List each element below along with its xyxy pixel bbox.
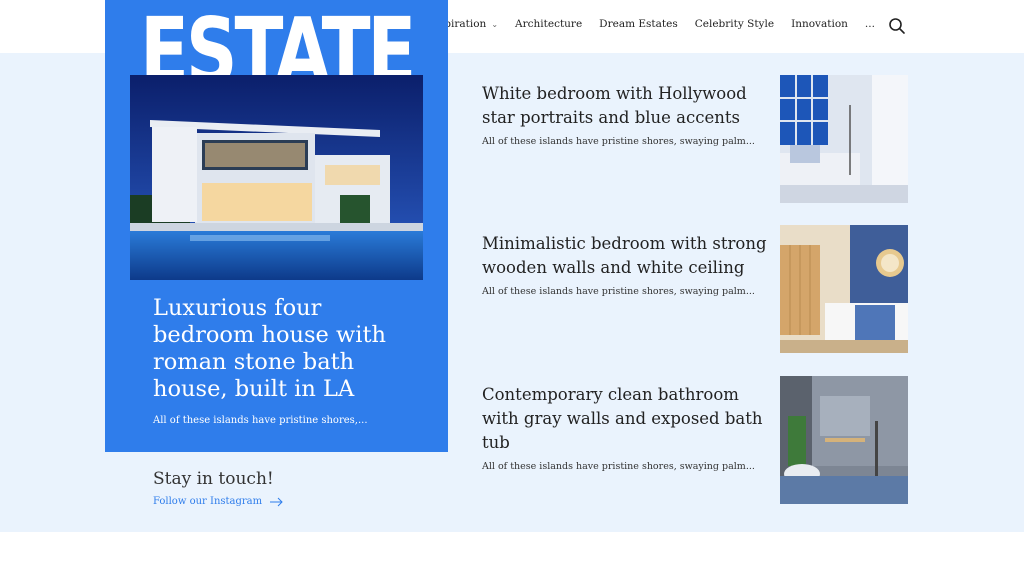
nav-item-architecture[interactable]: Architecture [515,18,582,30]
nav-item-label: Innovation [791,18,848,30]
featured-article-excerpt: All of these islands have pristine shore… [153,415,368,426]
article-title[interactable]: Minimalistic bedroom with strong wooden … [482,232,772,280]
article-excerpt: All of these islands have pristine shore… [482,136,755,147]
featured-article-image[interactable] [130,75,423,280]
article-item: Contemporary clean bathroom with gray wa… [482,383,772,472]
arrow-right-icon [270,497,283,506]
nav-item-innovation[interactable]: Innovation [791,18,848,30]
nav-item-dream-estates[interactable]: Dream Estates [599,18,678,30]
nav-item-label: Celebrity Style [694,18,775,30]
article-title[interactable]: White bedroom with Hollywood star portra… [482,82,772,130]
article-thumbnail[interactable] [780,75,908,203]
instagram-link-label: Follow our Instagram [153,496,263,507]
article-thumbnail[interactable] [780,225,908,353]
search-icon[interactable] [888,17,906,35]
nav-item-label: Dream Estates [599,18,678,30]
main-nav: Inspiration ⌄ Architecture Dream Estates… [428,18,892,30]
nav-item-more[interactable]: ... [865,18,875,30]
featured-article-title[interactable]: Luxurious four bedroom house with roman … [153,295,423,403]
article-excerpt: All of these islands have pristine shore… [482,286,755,297]
instagram-link[interactable]: Follow our Instagram [153,496,284,507]
article-item: Minimalistic bedroom with strong wooden … [482,232,772,297]
nav-item-celebrity-style[interactable]: Celebrity Style [695,18,774,30]
stay-in-touch-heading: Stay in touch! [153,469,274,489]
chevron-down-icon: ⌄ [491,19,499,29]
nav-item-label: ... [864,18,875,30]
nav-item-label: Architecture [515,18,583,30]
article-thumbnail[interactable] [780,376,908,504]
article-excerpt: All of these islands have pristine shore… [482,461,755,472]
article-item: White bedroom with Hollywood star portra… [482,82,772,147]
article-title[interactable]: Contemporary clean bathroom with gray wa… [482,383,772,455]
